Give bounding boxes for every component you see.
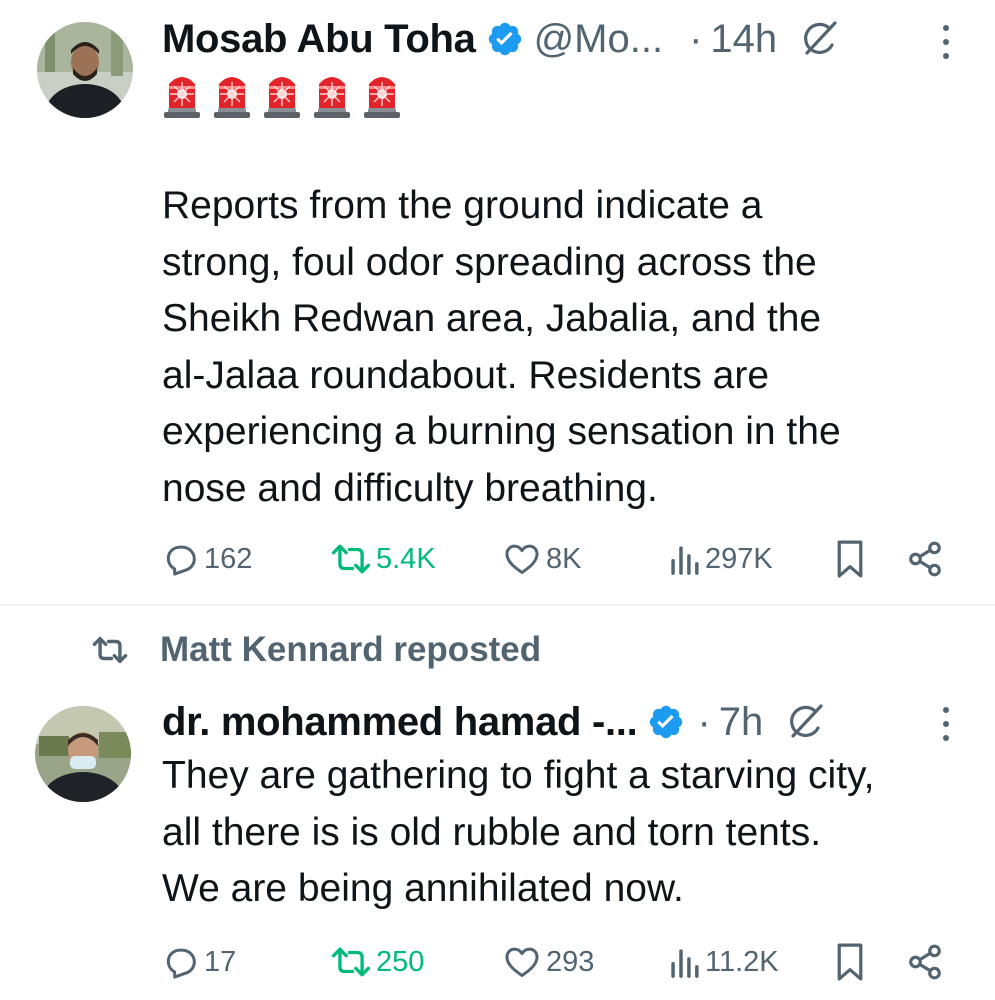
tweet-text-line: They are gathering to fight a starving c…	[162, 754, 875, 797]
timestamp[interactable]: 14h	[710, 17, 777, 62]
views-count: 11.2K	[705, 945, 779, 978]
tweet-text-line: all there is is old rubble and torn tent…	[162, 810, 822, 854]
tweet-text-line: strong, foul odor spreading across the	[162, 240, 817, 284]
heart-icon	[505, 947, 539, 977]
police-car-light-icon	[262, 68, 302, 120]
tweet-text-line: Sheikh Redwan area, Jabalia, and the	[162, 297, 822, 340]
author-handle[interactable]: @Mo...	[534, 17, 664, 62]
bookmark-button[interactable]	[834, 535, 866, 583]
share-button[interactable]	[906, 535, 944, 583]
tweet-text-line: We are being annihilated now.	[162, 867, 684, 910]
more-options-icon[interactable]	[938, 704, 954, 744]
reply-count: 162	[204, 542, 253, 575]
tweet-text: They are gathering to fight a starving c…	[162, 748, 874, 918]
reply-icon	[166, 948, 196, 979]
verified-badge-icon	[486, 20, 524, 58]
tweet-text-line: nose and difficulty breathing.	[162, 466, 658, 510]
bookmark-button[interactable]	[834, 938, 866, 986]
repost-button[interactable]: 5.4K	[330, 535, 436, 583]
views-count: 297K	[705, 542, 773, 575]
tweet-text: Reports from the ground indicate a stron…	[162, 178, 841, 517]
like-button[interactable]: 293	[502, 938, 594, 986]
repost-icon	[331, 947, 371, 977]
tweet-text-line: al-Jalaa roundabout. Residents are	[162, 353, 770, 397]
views-button[interactable]: 297K	[667, 535, 773, 583]
tweet-header: dr. mohammed hamad -... · 7h	[162, 698, 825, 746]
share-button[interactable]	[906, 938, 944, 986]
reply-button[interactable]: 162	[162, 535, 252, 583]
action-bar: 17 250 293 11.2K	[162, 938, 952, 986]
avatar[interactable]	[37, 22, 133, 118]
tweet-2[interactable]: dr. mohammed hamad -... · 7h They are ga…	[0, 606, 995, 1000]
bookmark-icon	[837, 540, 863, 578]
separator-dot: ·	[697, 699, 711, 744]
grok-icon[interactable]	[799, 19, 839, 59]
share-icon	[909, 541, 941, 577]
reply-button[interactable]: 17	[162, 938, 236, 986]
police-car-light-icon	[362, 68, 402, 120]
views-icon	[671, 949, 699, 978]
police-car-light-icon	[162, 68, 202, 120]
action-bar: 162 5.4K 8K 297K	[162, 535, 952, 583]
tweet-text-line: Reports from the ground indicate a	[162, 184, 763, 227]
reply-count: 17	[204, 945, 237, 978]
reply-icon	[166, 545, 196, 576]
tweet-1[interactable]: Mosab Abu Toha @Mo... · 14h Reports from…	[0, 0, 995, 604]
share-icon	[909, 944, 941, 980]
separator-dot: ·	[689, 16, 703, 61]
repost-icon	[331, 544, 371, 574]
repost-button[interactable]: 250	[330, 938, 424, 986]
grok-icon[interactable]	[785, 702, 825, 742]
bookmark-icon	[837, 943, 863, 981]
like-count: 293	[546, 945, 595, 978]
views-icon	[671, 546, 699, 575]
views-button[interactable]: 11.2K	[667, 938, 779, 986]
police-car-light-icon	[212, 68, 252, 120]
repost-count: 5.4K	[376, 542, 436, 575]
heart-icon	[505, 544, 539, 574]
police-car-light-icon	[312, 68, 352, 120]
tweet-header: Mosab Abu Toha @Mo... · 14h	[162, 15, 839, 63]
author-name[interactable]: Mosab Abu Toha	[162, 17, 476, 62]
like-button[interactable]: 8K	[502, 535, 581, 583]
tweet-text-line: experiencing a burning sensation in the	[162, 410, 841, 453]
timestamp[interactable]: 7h	[719, 700, 764, 745]
more-options-icon[interactable]	[938, 22, 954, 62]
author-name[interactable]: dr. mohammed hamad -...	[162, 700, 638, 745]
emoji-row	[162, 68, 412, 120]
avatar[interactable]	[35, 706, 131, 802]
verified-badge-icon	[647, 703, 685, 741]
repost-count: 250	[376, 945, 425, 978]
like-count: 8K	[546, 542, 582, 575]
